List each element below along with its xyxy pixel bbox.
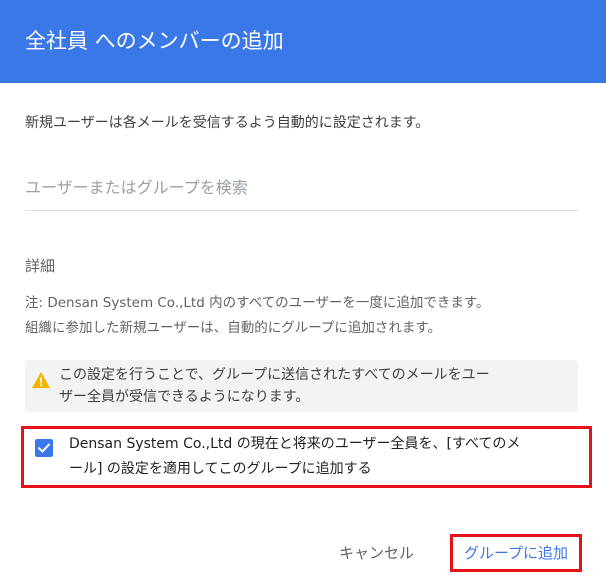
cancel-button[interactable]: キャンセル bbox=[333, 537, 420, 569]
details-note: 注: Densan System Co.,Ltd 内のすべてのユーザーを一度に追… bbox=[25, 291, 489, 341]
details-note-line-1: 注: Densan System Co.,Ltd 内のすべてのユーザーを一度に追… bbox=[25, 295, 490, 311]
details-heading: 詳細 bbox=[25, 257, 56, 275]
add-members-dialog: 全社員 へのメンバーの追加 新規ユーザーは各メールを受信するよう自動的に設定され… bbox=[0, 0, 606, 584]
warning-triangle-icon bbox=[32, 371, 50, 389]
checkmark-icon bbox=[38, 443, 50, 453]
add-all-users-label: Densan System Co.,Ltd の現在と将来のユーザー全員を、[すべ… bbox=[69, 436, 521, 477]
warning-text: この設定を行うことで、グループに送信されたすべてのメールをユー ザー全員が受信で… bbox=[59, 367, 490, 405]
add-all-users-checkbox[interactable] bbox=[35, 439, 53, 457]
details-note-line-2: 組織に参加した新規ユーザーは、自動的にグループに追加されます。 bbox=[25, 320, 442, 336]
warning-banner: この設定を行うことで、グループに送信されたすべてのメールをユー ザー全員が受信で… bbox=[25, 360, 578, 412]
add-all-users-option[interactable]: Densan System Co.,Ltd の現在と将来のユーザー全員を、[すべ… bbox=[21, 426, 592, 488]
dialog-actions: キャンセル グループに追加 bbox=[0, 530, 606, 576]
dialog-title: 全社員 へのメンバーの追加 bbox=[0, 0, 606, 83]
search-input[interactable] bbox=[25, 168, 578, 206]
add-to-group-button[interactable]: グループに追加 bbox=[450, 534, 582, 572]
search-field bbox=[25, 166, 578, 211]
intro-text: 新規ユーザーは各メールを受信するよう自動的に設定されます。 bbox=[25, 115, 430, 131]
